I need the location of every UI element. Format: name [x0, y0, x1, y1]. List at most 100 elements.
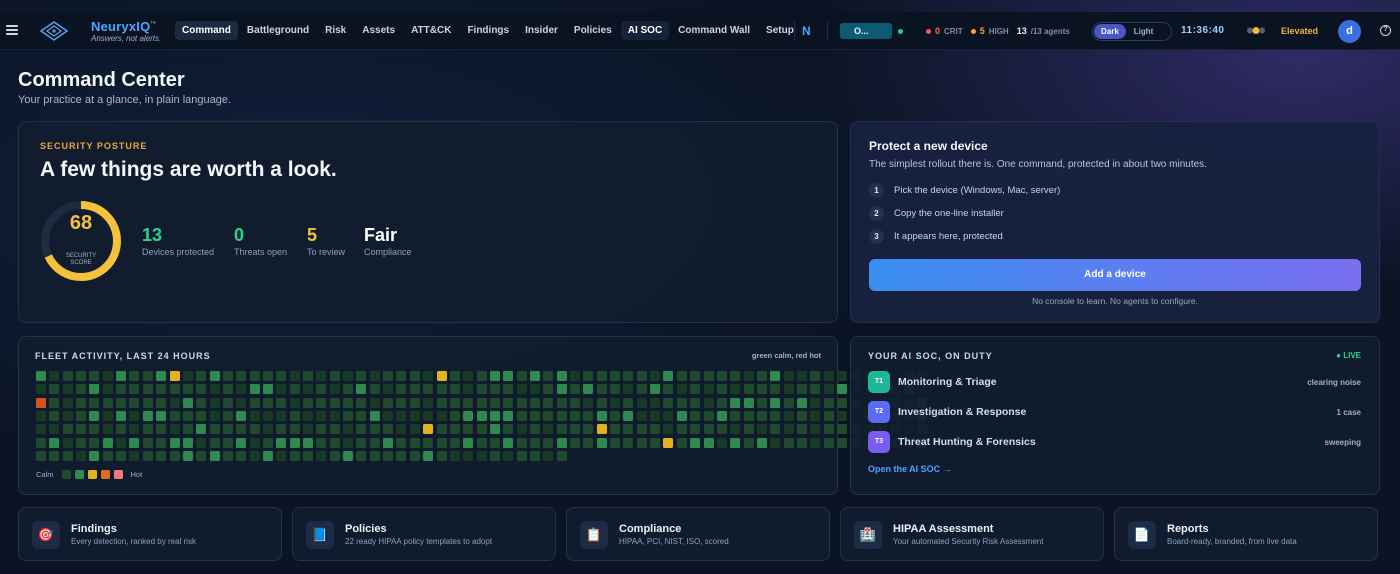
heatmap-cell[interactable] [583, 411, 594, 422]
heatmap-cell[interactable] [409, 424, 420, 435]
heatmap-cell[interactable] [570, 371, 580, 381]
heatmap-cell[interactable] [449, 384, 460, 395]
heatmap-cell[interactable] [449, 397, 460, 408]
nav-command[interactable]: Command [175, 21, 238, 40]
heatmap-cell[interactable] [596, 411, 607, 422]
heatmap-cell[interactable] [770, 424, 781, 435]
heatmap-cell[interactable] [543, 411, 554, 422]
heatmap-cell[interactable] [543, 397, 554, 408]
heatmap-cell[interactable] [62, 437, 73, 448]
heatmap-cell[interactable] [716, 384, 727, 395]
heatmap-cell[interactable] [383, 371, 394, 381]
heatmap-cell[interactable] [730, 424, 741, 435]
heatmap-cell[interactable] [623, 371, 634, 381]
heatmap-cell[interactable] [369, 384, 380, 395]
heatmap-cell[interactable] [129, 384, 140, 395]
heatmap-cell[interactable] [409, 384, 420, 395]
heatmap-cell[interactable] [449, 451, 460, 462]
heatmap-cell[interactable] [743, 437, 754, 448]
heatmap-cell[interactable] [303, 397, 313, 408]
heatmap-cell[interactable] [489, 437, 500, 448]
theme-dark-option[interactable]: Dark [1094, 24, 1126, 39]
heatmap-cell[interactable] [676, 371, 687, 381]
heatmap-cell[interactable] [102, 451, 113, 462]
stat-compliance[interactable]: Fair Compliance [364, 225, 412, 257]
heatmap-cell[interactable] [249, 384, 260, 395]
heatmap-cell[interactable] [489, 411, 500, 422]
heatmap-cell[interactable] [36, 397, 46, 408]
heatmap-cell[interactable] [262, 424, 273, 435]
nav-command-wall[interactable]: Command Wall [671, 21, 757, 40]
heatmap-cell[interactable] [423, 424, 434, 435]
heatmap-cell[interactable] [142, 371, 153, 381]
heatmap-cell[interactable] [303, 451, 313, 462]
heatmap-cell[interactable] [156, 397, 167, 408]
heatmap-cell[interactable] [36, 437, 46, 448]
heatmap-cell[interactable] [316, 424, 327, 435]
heatmap-cell[interactable] [596, 371, 607, 381]
heatmap-cell[interactable] [703, 437, 714, 448]
heatmap-cell[interactable] [703, 384, 714, 395]
heatmap-cell[interactable] [610, 437, 621, 448]
heatmap-cell[interactable] [249, 451, 260, 462]
heatmap-cell[interactable] [356, 411, 367, 422]
heatmap-cell[interactable] [570, 437, 580, 448]
heatmap-cell[interactable] [423, 384, 434, 395]
heatmap-cell[interactable] [409, 397, 420, 408]
heatmap-cell[interactable] [129, 411, 140, 422]
heatmap-cell[interactable] [423, 397, 434, 408]
heatmap-cell[interactable] [49, 437, 60, 448]
org-chip[interactable]: O... [840, 23, 892, 39]
heatmap-cell[interactable] [129, 451, 140, 462]
tier-3-row[interactable]: T3 Threat Hunting & Forensics [868, 431, 1036, 453]
heatmap-cell[interactable] [476, 424, 487, 435]
heatmap-cell[interactable] [289, 397, 300, 408]
heatmap-cell[interactable] [276, 451, 287, 462]
heatmap-cell[interactable] [796, 424, 807, 435]
heatmap-cell[interactable] [529, 384, 540, 395]
tier-2-row[interactable]: T2 Investigation & Response [868, 401, 1026, 423]
heatmap-cell[interactable] [222, 411, 233, 422]
heatmap-cell[interactable] [556, 384, 567, 395]
heatmap-cell[interactable] [556, 397, 567, 408]
heatmap-cell[interactable] [249, 437, 260, 448]
heatmap-cell[interactable] [276, 384, 287, 395]
tile-compliance[interactable]: 📋 Compliance HIPAA, PCI, NIST, ISO, scor… [566, 507, 830, 561]
heatmap-cell[interactable] [196, 411, 207, 422]
heatmap-cell[interactable] [623, 384, 634, 395]
heatmap-cell[interactable] [650, 424, 661, 435]
heatmap-cell[interactable] [596, 397, 607, 408]
heatmap-cell[interactable] [129, 424, 140, 435]
heatmap-cell[interactable] [383, 424, 394, 435]
heatmap-cell[interactable] [209, 424, 220, 435]
heatmap-cell[interactable] [823, 371, 834, 381]
heatmap-cell[interactable] [62, 397, 73, 408]
heatmap-cell[interactable] [770, 384, 781, 395]
heatmap-cell[interactable] [182, 384, 193, 395]
heatmap-cell[interactable] [289, 424, 300, 435]
heatmap-cell[interactable] [169, 411, 180, 422]
heatmap-cell[interactable] [116, 437, 127, 448]
heatmap-cell[interactable] [650, 384, 661, 395]
heatmap-cell[interactable] [196, 384, 207, 395]
heatmap-cell[interactable] [276, 397, 287, 408]
heatmap-cell[interactable] [289, 437, 300, 448]
heatmap-cell[interactable] [236, 424, 247, 435]
heatmap-cell[interactable] [356, 371, 367, 381]
heatmap-cell[interactable] [570, 384, 580, 395]
heatmap-cell[interactable] [489, 371, 500, 381]
heatmap-cell[interactable] [837, 371, 847, 381]
heatmap-cell[interactable] [396, 371, 407, 381]
heatmap-cell[interactable] [169, 424, 180, 435]
heatmap-cell[interactable] [516, 437, 527, 448]
heatmap-cell[interactable] [489, 424, 500, 435]
heatmap-cell[interactable] [703, 397, 714, 408]
heatmap-cell[interactable] [76, 411, 87, 422]
heatmap-cell[interactable] [610, 384, 621, 395]
heatmap-cell[interactable] [209, 411, 220, 422]
heatmap-cell[interactable] [196, 371, 207, 381]
heatmap-cell[interactable] [503, 424, 514, 435]
heatmap-cell[interactable] [837, 437, 847, 448]
heatmap-cell[interactable] [610, 371, 621, 381]
heatmap-cell[interactable] [36, 384, 46, 395]
